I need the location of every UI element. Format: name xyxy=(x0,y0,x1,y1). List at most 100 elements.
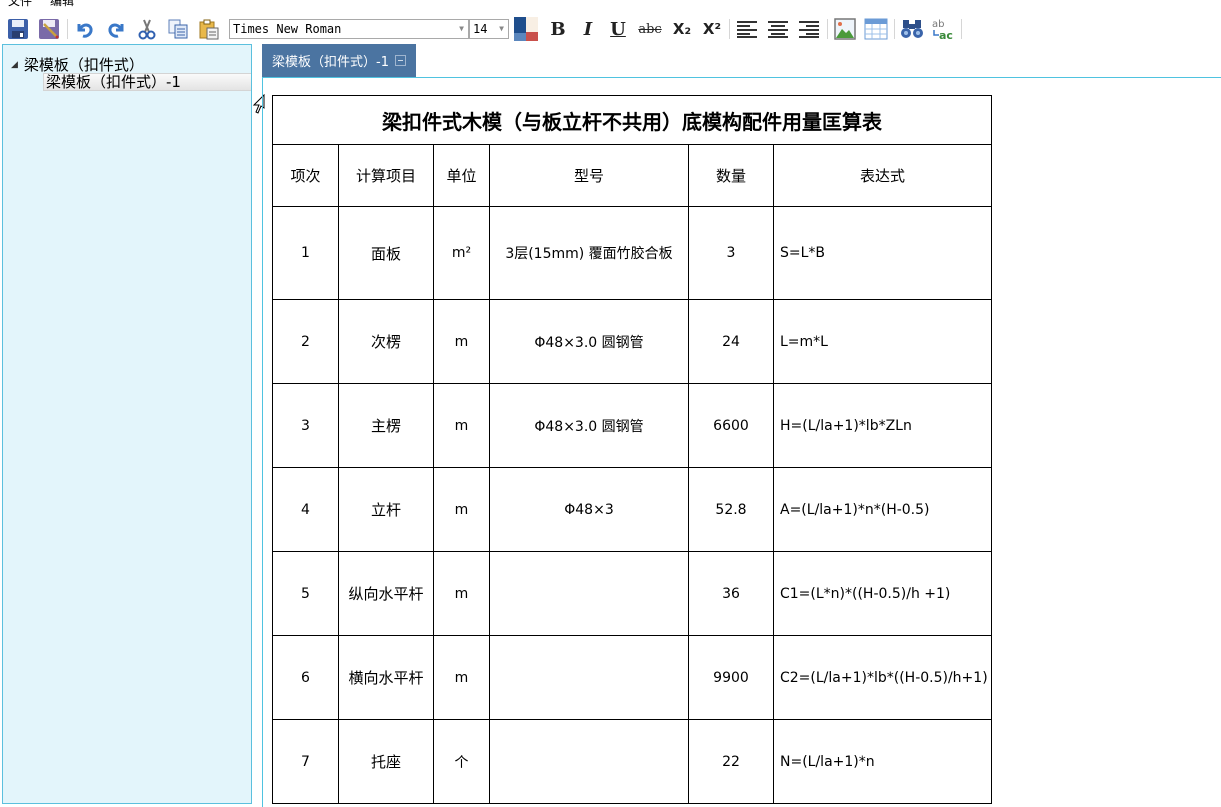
redo-button[interactable] xyxy=(103,16,129,42)
color-picker-button[interactable] xyxy=(513,16,539,42)
document-tree: ◢ 梁模板（扣件式） 梁模板（扣件式）-1 xyxy=(2,44,252,804)
cell-model xyxy=(489,719,689,804)
toolbar-separator xyxy=(827,19,828,39)
undo-button[interactable] xyxy=(72,16,98,42)
align-right-button[interactable] xyxy=(796,16,822,42)
strikethrough-button[interactable]: abc xyxy=(635,22,665,37)
svg-text:ac: ac xyxy=(939,29,953,41)
align-left-icon xyxy=(737,21,757,38)
toolbar-separator xyxy=(729,19,730,39)
subscript-button[interactable]: X₂ xyxy=(669,20,695,38)
cell-model: Φ48×3.0 圆钢管 xyxy=(489,299,689,384)
scissors-icon xyxy=(138,19,156,40)
save-button[interactable] xyxy=(5,16,31,42)
font-size-select[interactable]: 14 ▼ xyxy=(469,19,509,39)
table-row: 5 纵向水平杆 m 36 C1=(L*n)*((H-0.5)/h +1) xyxy=(272,551,992,636)
image-icon xyxy=(834,18,856,40)
cell-unit: m xyxy=(433,383,490,468)
underline-button[interactable]: U xyxy=(605,19,631,40)
table-row: 6 横向水平杆 m 9900 C2=(L/la+1)*lb*((H-0.5)/h… xyxy=(272,635,992,720)
collapse-tab-icon[interactable] xyxy=(394,55,406,66)
cell-model: Φ48×3 xyxy=(489,467,689,552)
cell-no: 6 xyxy=(272,635,339,720)
copy-icon xyxy=(168,19,188,39)
binoculars-icon xyxy=(901,20,923,38)
tab-document[interactable]: 梁模板（扣件式）-1 xyxy=(262,44,416,77)
header-no: 项次 xyxy=(272,144,339,207)
cell-model xyxy=(489,551,689,636)
align-center-icon xyxy=(768,21,788,38)
calc-table: 梁扣件式木模（与板立杆不共用）底模构配件用量匡算表 项次 计算项目 单位 型号 … xyxy=(272,95,992,804)
table-row: 4 立杆 m Φ48×3 52.8 A=(L/la+1)*n*(H-0.5) xyxy=(272,467,992,552)
tree-node-child-label: 梁模板（扣件式）-1 xyxy=(46,73,181,91)
cell-expr: S=L*B xyxy=(773,206,992,300)
cell-unit: m² xyxy=(433,206,490,300)
superscript-button[interactable]: X² xyxy=(699,20,725,38)
cell-no: 5 xyxy=(272,551,339,636)
table-row: 2 次楞 m Φ48×3.0 圆钢管 24 L=m*L xyxy=(272,299,992,384)
save-icon xyxy=(8,19,28,39)
cell-unit: m xyxy=(433,551,490,636)
expand-triangle-icon[interactable]: ◢ xyxy=(11,60,18,70)
align-left-button[interactable] xyxy=(734,16,760,42)
cell-item: 面板 xyxy=(338,206,434,300)
menu-file[interactable]: 文件 xyxy=(8,0,32,9)
cell-model xyxy=(489,635,689,720)
cell-expr: C2=(L/la+1)*lb*((H-0.5)/h+1) xyxy=(773,635,992,720)
cell-qty: 52.8 xyxy=(688,467,774,552)
chevron-down-icon: ▼ xyxy=(499,24,504,33)
cell-expr: C1=(L*n)*((H-0.5)/h +1) xyxy=(773,551,992,636)
paste-button[interactable] xyxy=(196,16,222,42)
menu-edit[interactable]: 编辑 xyxy=(50,0,74,9)
replace-icon: abac xyxy=(932,19,953,41)
cell-unit: m xyxy=(433,467,490,552)
paste-icon xyxy=(199,19,219,40)
toolbar-separator xyxy=(961,19,962,39)
toolbar-separator xyxy=(67,19,68,39)
save-as-button[interactable] xyxy=(36,16,62,42)
tree-node-root-label: 梁模板（扣件式） xyxy=(23,56,144,74)
cell-qty: 9900 xyxy=(688,635,774,720)
find-button[interactable] xyxy=(899,16,925,42)
cell-no: 2 xyxy=(272,299,339,384)
header-item: 计算项目 xyxy=(338,144,434,207)
table-title: 梁扣件式木模（与板立杆不共用）底模构配件用量匡算表 xyxy=(272,95,992,145)
cell-no: 1 xyxy=(272,206,339,300)
header-model: 型号 xyxy=(489,144,689,207)
cell-qty: 6600 xyxy=(688,383,774,468)
table-row: 3 主楞 m Φ48×3.0 圆钢管 6600 H=(L/la+1)*lb*ZL… xyxy=(272,383,992,468)
table-row: 7 托座 个 22 N=(L/la+1)*n xyxy=(272,719,992,804)
undo-icon xyxy=(77,23,93,38)
insert-table-button[interactable] xyxy=(863,16,889,42)
panel-border xyxy=(262,77,263,807)
align-center-button[interactable] xyxy=(765,16,791,42)
table-header-row: 项次 计算项目 单位 型号 数量 表达式 xyxy=(272,144,992,207)
cut-button[interactable] xyxy=(134,16,160,42)
cell-qty: 3 xyxy=(688,206,774,300)
header-expr: 表达式 xyxy=(773,144,992,207)
cell-item: 次楞 xyxy=(338,299,434,384)
bold-button[interactable]: B xyxy=(545,19,571,40)
cell-item: 横向水平杆 xyxy=(338,635,434,720)
chevron-down-icon: ▼ xyxy=(459,24,464,33)
toolbar-separator xyxy=(894,19,895,39)
cell-unit: 个 xyxy=(433,719,490,804)
tab-label: 梁模板（扣件式）-1 xyxy=(272,55,389,70)
table-row: 1 面板 m² 3层(15mm) 覆面竹胶合板 3 S=L*B xyxy=(272,206,992,300)
tree-node-child[interactable]: 梁模板（扣件式）-1 xyxy=(43,73,251,91)
cell-expr: H=(L/la+1)*lb*ZLn xyxy=(773,383,992,468)
toolbar: Times New Roman ▼ 14 ▼ B I U abc X₂ X² a… xyxy=(0,14,1221,44)
tree-node-root[interactable]: ◢ 梁模板（扣件式） xyxy=(11,54,144,75)
cell-qty: 36 xyxy=(688,551,774,636)
italic-button[interactable]: I xyxy=(575,19,601,40)
cell-item: 主楞 xyxy=(338,383,434,468)
cell-no: 3 xyxy=(272,383,339,468)
document-panel: 梁模板（扣件式）-1 梁扣件式木模（与板立杆不共用）底模构配件用量匡算表 项次 … xyxy=(262,44,1221,807)
replace-button[interactable]: ab ac xyxy=(930,16,956,42)
copy-button[interactable] xyxy=(165,16,191,42)
header-qty: 数量 xyxy=(688,144,774,207)
font-family-select[interactable]: Times New Roman ▼ xyxy=(229,19,469,39)
insert-image-button[interactable] xyxy=(832,16,858,42)
cell-unit: m xyxy=(433,635,490,720)
align-right-icon xyxy=(799,21,819,38)
